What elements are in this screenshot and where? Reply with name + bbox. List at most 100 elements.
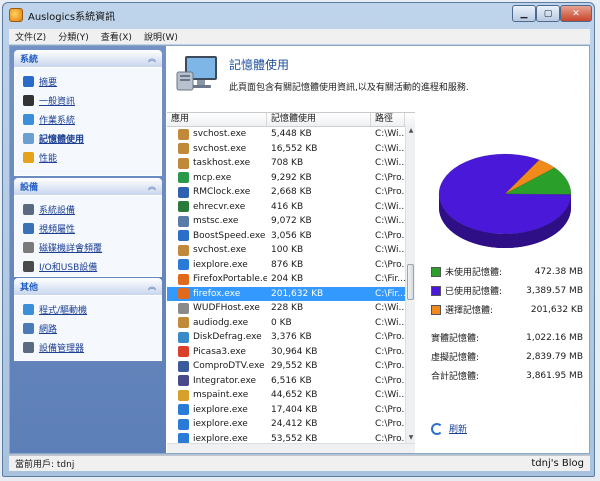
path-cell: C:\Fir...: [375, 274, 405, 285]
scroll-up-icon[interactable]: ▲: [406, 126, 416, 136]
table-row[interactable]: taskhost.exe 708 KB C:\Wi...: [167, 156, 415, 171]
process-name-cell: Picasa3.exe: [167, 346, 267, 358]
table-row[interactable]: svchost.exe 5,448 KB C:\Wi...: [167, 127, 415, 142]
process-icon: [178, 404, 189, 416]
menu-file[interactable]: 文件(Z): [9, 30, 52, 43]
sidebar-item-network[interactable]: 網路: [15, 319, 161, 338]
total-row-combined: 合計記憶體: 3,861.95 MB: [431, 366, 583, 385]
path-cell: C:\Pro...: [375, 259, 405, 270]
minimize-button[interactable]: ▁: [512, 5, 536, 22]
table-row[interactable]: RMClock.exe 2,668 KB C:\Pro...: [167, 185, 415, 200]
collapse-icon[interactable]: ︽: [148, 281, 156, 292]
sidebar-panel-other: 其他 ︽ 程式/驅動機 網路 設備管理器: [14, 278, 162, 361]
sidebar-item-display[interactable]: 視頻屬性: [15, 219, 161, 238]
table-row[interactable]: WUDFHost.exe 228 KB C:\Wi...: [167, 301, 415, 316]
table-row[interactable]: mspaint.exe 44,652 KB C:\Wi...: [167, 388, 415, 403]
process-icon: [178, 273, 189, 285]
process-name: Picasa3.exe: [193, 346, 246, 357]
table-row[interactable]: mstsc.exe 9,072 KB C:\Wi...: [167, 214, 415, 229]
system-devices-icon: [23, 204, 34, 215]
sidebar-item-summary[interactable]: 摘要: [15, 72, 161, 91]
process-name: iexplore.exe: [193, 419, 248, 430]
process-icon: [178, 375, 189, 387]
sidebar-item-device-manager[interactable]: 設備管理器: [15, 338, 161, 357]
process-name-cell: taskhost.exe: [167, 157, 267, 169]
menu-view[interactable]: 查看(X): [95, 30, 138, 43]
table-row[interactable]: DiskDefrag.exe 3,376 KB C:\Pro...: [167, 330, 415, 345]
menu-bar: 文件(Z) 分類(Y) 查看(X) 說明(W): [9, 29, 590, 44]
scroll-thumb[interactable]: [407, 264, 414, 300]
maximize-button[interactable]: ▢: [536, 5, 560, 22]
table-row[interactable]: ComproDTV.exe 29,552 KB C:\Pro...: [167, 359, 415, 374]
close-button[interactable]: ✕: [560, 5, 592, 22]
sidebar-item-programs[interactable]: 程式/驅動機: [15, 300, 161, 319]
windows-icon: [23, 114, 34, 125]
refresh-link[interactable]: 刷新: [431, 422, 467, 435]
process-name-cell: Integrator.exe: [167, 375, 267, 387]
collapse-icon[interactable]: ︽: [148, 181, 156, 192]
menu-help[interactable]: 說明(W): [138, 30, 184, 43]
sidebar-item-os[interactable]: 作業系統: [15, 110, 161, 129]
table-row[interactable]: BoostSpeed.exe 3,056 KB C:\Pro...: [167, 229, 415, 244]
table-row[interactable]: Picasa3.exe 30,964 KB C:\Pro...: [167, 345, 415, 360]
process-name-cell: RMClock.exe: [167, 186, 267, 198]
process-icon: [178, 259, 189, 271]
sidebar-item-label: 系統設備: [39, 206, 76, 216]
table-row[interactable]: iexplore.exe 24,412 KB C:\Pro...: [167, 417, 415, 432]
collapse-icon[interactable]: ︽: [148, 53, 156, 64]
total-label: 實體記憶體:: [431, 334, 480, 344]
sidebar-item-usb[interactable]: I/O和USB設備: [15, 257, 161, 276]
page-title: 記憶體使用: [229, 58, 290, 72]
legend-value: 472.38 MB: [534, 266, 583, 277]
panel-header-other[interactable]: 其他 ︽: [14, 278, 162, 295]
panel-header-system[interactable]: 系統 ︽: [14, 50, 162, 67]
process-icon: [178, 302, 189, 314]
sidebar-item-memory-usage[interactable]: 記憶體使用: [15, 129, 161, 148]
menu-category[interactable]: 分類(Y): [52, 30, 95, 43]
sidebar-item-disk[interactable]: 磁碟機詳會頻覆: [15, 238, 161, 257]
sidebar-item-general-info[interactable]: 一般資訊: [15, 91, 161, 110]
memory-cell: 9,292 KB: [271, 172, 312, 183]
sidebar-item-label: I/O和USB設備: [39, 263, 98, 273]
legend-swatch-selected: [431, 304, 441, 315]
memory-cell: 53,552 KB: [271, 433, 318, 443]
vertical-scrollbar[interactable]: ▲ ▼: [405, 126, 415, 443]
process-name: iexplore.exe: [193, 259, 248, 270]
table-row[interactable]: svchost.exe 100 KB C:\Wi...: [167, 243, 415, 258]
table-row[interactable]: iexplore.exe 53,552 KB C:\Pro...: [167, 432, 415, 443]
table-row[interactable]: firefox.exe 201,632 KB C:\Fir...: [167, 286, 415, 301]
column-header-memory[interactable]: 記憶體使用: [267, 113, 371, 126]
table-row[interactable]: mcp.exe 9,292 KB C:\Pro...: [167, 171, 415, 186]
memory-totals: 實體記憶體: 1,022.16 MB 虛擬記憶體: 2,839.79 MB 合計…: [431, 328, 583, 385]
scroll-down-icon[interactable]: ▼: [406, 433, 416, 443]
table-row[interactable]: FirefoxPortable.exe 204 KB C:\Fir...: [167, 272, 415, 287]
path-cell: C:\Wi...: [375, 158, 405, 169]
legend-row-used: 已使用記憶體: 3,389.57 MB: [431, 281, 583, 300]
table-row[interactable]: iexplore.exe 17,404 KB C:\Pro...: [167, 403, 415, 418]
table-row[interactable]: audiodg.exe 0 KB C:\Wi...: [167, 316, 415, 331]
sidebar-item-system-devices[interactable]: 系統設備: [15, 200, 161, 219]
usb-icon: [23, 261, 34, 272]
path-cell: C:\Wi...: [375, 143, 405, 154]
column-header-path[interactable]: 路徑: [371, 113, 405, 126]
column-header-application[interactable]: 應用: [167, 113, 267, 126]
path-cell: C:\Wi...: [375, 216, 405, 227]
table-row[interactable]: ehrecvr.exe 416 KB C:\Wi...: [167, 200, 415, 215]
horizontal-scrollbar[interactable]: [167, 443, 415, 453]
process-name-cell: iexplore.exe: [167, 418, 267, 430]
memory-cell: 16,552 KB: [271, 143, 318, 154]
table-row[interactable]: svchost.exe 16,552 KB C:\Wi...: [167, 142, 415, 157]
process-icon: [178, 186, 189, 198]
process-icon: [178, 317, 189, 329]
panel-header-devices[interactable]: 設備 ︽: [14, 178, 162, 195]
legend-value: 201,632 KB: [530, 304, 583, 315]
sidebar-item-performance[interactable]: 性能: [15, 148, 161, 167]
sidebar-item-label: 作業系統: [39, 116, 76, 126]
total-value: 3,861.95 MB: [526, 370, 583, 381]
table-row[interactable]: iexplore.exe 876 KB C:\Pro...: [167, 258, 415, 273]
total-row-virtual: 虛擬記憶體: 2,839.79 MB: [431, 347, 583, 366]
table-header: 應用 記憶體使用 路徑: [167, 113, 415, 127]
sidebar-item-label: 摘要: [39, 78, 58, 88]
title-bar[interactable]: Auslogics系統資訊 ▁ ▢ ✕: [3, 3, 594, 27]
table-row[interactable]: Integrator.exe 6,516 KB C:\Pro...: [167, 374, 415, 389]
